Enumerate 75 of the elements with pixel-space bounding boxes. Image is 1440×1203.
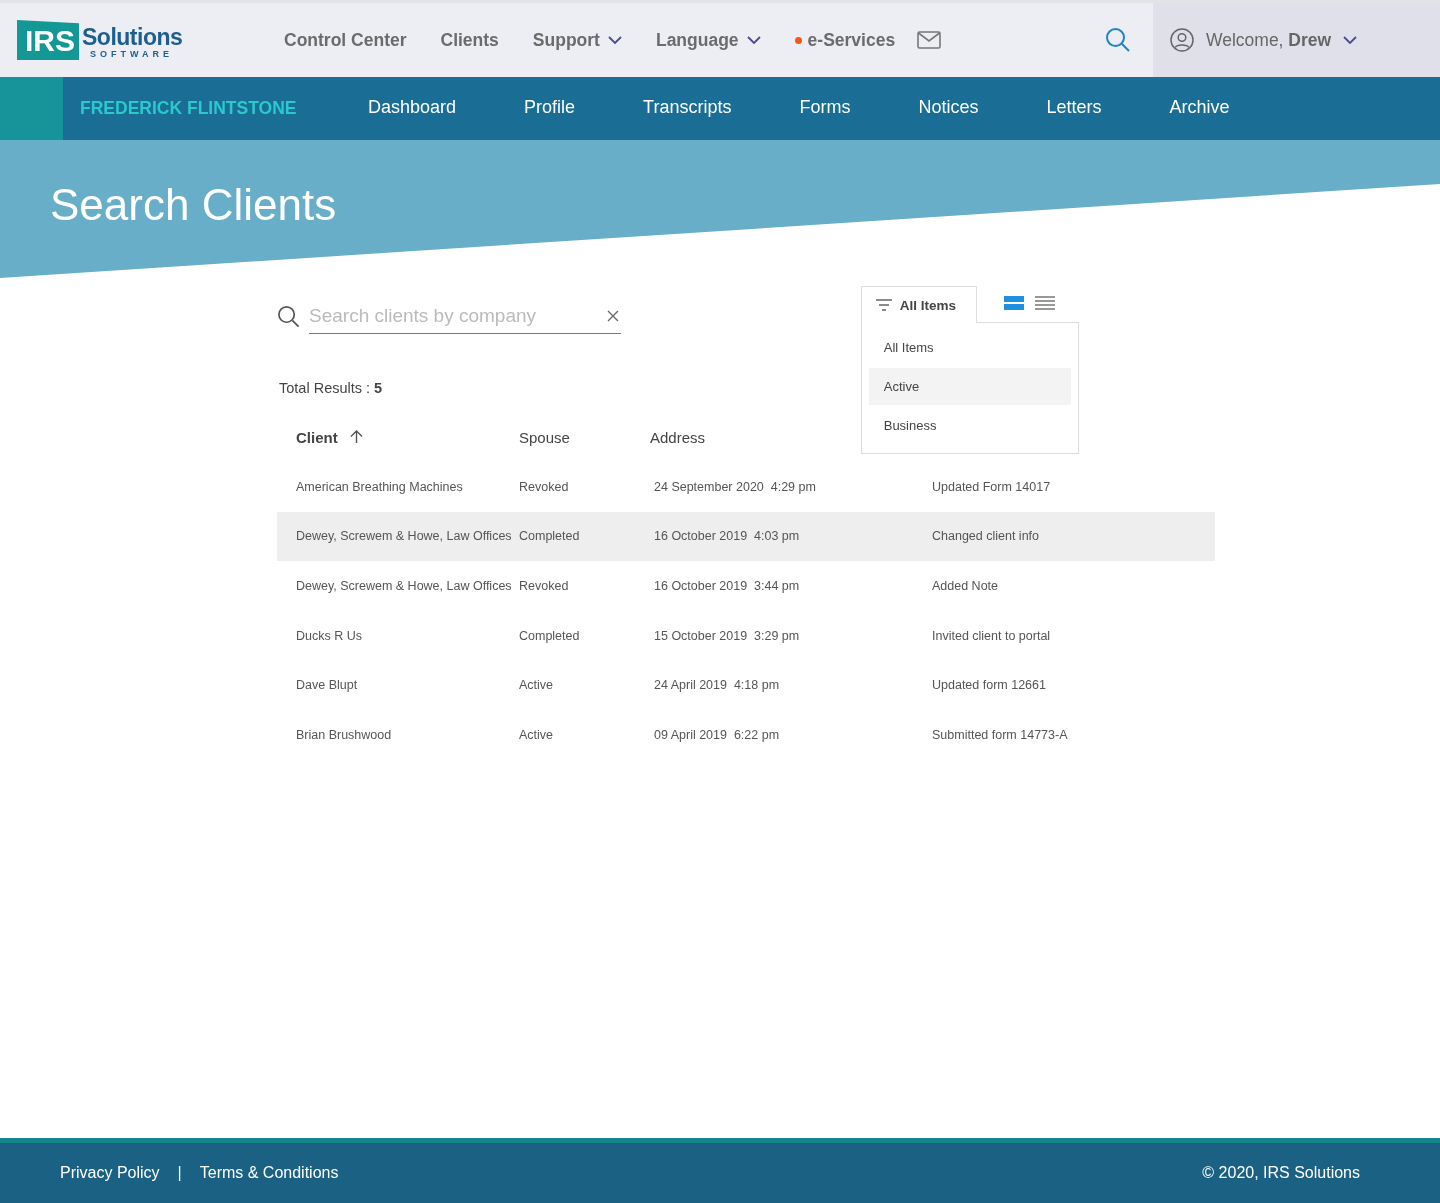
separator: | <box>177 1164 182 1182</box>
page-title: Search Clients <box>49 179 337 231</box>
table-cell-text: 24 April 2019 4:18 pm <box>654 678 781 693</box>
table-row[interactable]: Brian Brushwood Active 09 April 2019 6:22 pm Submitted form 14773-A <box>277 709 1215 760</box>
search-field[interactable]: Search clients by company <box>309 298 621 334</box>
table-row[interactable]: Dewey, Screwem & Howe, Law Offices Completed 16 October 2019 4:03 pm Changed client info <box>277 511 1215 562</box>
column-header[interactable]: Client <box>296 428 338 446</box>
filter-icon <box>875 299 892 311</box>
user-icon <box>1170 28 1194 52</box>
nav-tab[interactable]: Archive <box>1169 91 1230 126</box>
footer-link[interactable]: Privacy Policy <box>60 1164 160 1182</box>
table-cell-text: American Breathing Machines <box>295 479 464 494</box>
table-cell: Submitted form 14773-A <box>932 727 1068 742</box>
total-results: Total Results : 5 <box>279 380 383 396</box>
dropdown-option[interactable]: All Items <box>868 329 1071 366</box>
table-row[interactable]: Dewey, Screwem & Howe, Law Offices Revoked 16 October 2019 3:44 pm Added Note <box>277 561 1215 611</box>
client-name: FREDERICK FLINTSTONE <box>80 98 298 119</box>
dropdown-option[interactable]: Business <box>868 407 1071 444</box>
table-cell-text: Completed <box>519 529 581 544</box>
table-cell-text: Completed <box>519 628 581 643</box>
chevron-icon <box>607 35 622 45</box>
nav-tab[interactable]: Transcripts <box>643 91 732 126</box>
user-menu[interactable]: Welcome, Drew <box>1153 3 1440 77</box>
filter-dropdown[interactable]: All Items <box>860 286 977 323</box>
logo-mark: IRS <box>17 20 79 60</box>
close-icon[interactable] <box>607 309 619 322</box>
column-header[interactable]: Spouse <box>519 428 570 446</box>
search-icon <box>277 304 300 328</box>
table-cell-text: 16 October 2019 3:44 pm <box>654 579 801 593</box>
table-cell-text: 24 September 2020 4:29 pm <box>654 479 817 494</box>
menu-link[interactable]: Clients <box>440 29 499 51</box>
welcome-text: Welcome, Drew <box>1206 29 1332 51</box>
envelope-icon[interactable] <box>917 31 942 49</box>
table-cell: Invited client to portal <box>932 628 1051 643</box>
column-header[interactable]: Address <box>650 428 706 446</box>
table-row[interactable]: Dave Blupt Active 24 April 2019 4:18 pm Updated form 12661 <box>277 660 1215 710</box>
table-cell-text: 09 April 2019 6:22 pm <box>654 727 781 742</box>
search-icon[interactable] <box>1105 27 1131 53</box>
dropdown-option[interactable]: Active <box>868 368 1071 405</box>
table-cell-text: Ducks R Us <box>295 628 363 643</box>
nav-tab[interactable]: Notices <box>918 91 979 126</box>
table-cell: Updated form 12661 <box>932 678 1046 693</box>
list-view-icon[interactable] <box>1035 296 1055 310</box>
menu-link[interactable]: e-Services <box>794 29 896 51</box>
table-cell: Changed client info <box>932 529 1040 544</box>
footer-link[interactable]: Terms & Conditions <box>199 1164 339 1182</box>
chevron-icon <box>1343 35 1358 45</box>
table-cell: Added Note <box>932 579 999 593</box>
card-view-icon[interactable] <box>1004 296 1024 310</box>
table-cell-text: Dewey, Screwem & Howe, Law Offices <box>295 579 513 593</box>
table-cell-text: Active <box>519 678 555 693</box>
table-row[interactable]: American Breathing Machines Revoked 24 September 2020 4:29 pm Updated Form 14017 <box>277 462 1215 512</box>
table-cell-text: 15 October 2019 3:29 pm <box>654 628 801 643</box>
table-cell-text: Revoked <box>519 579 570 593</box>
nav-tab[interactable]: Dashboard <box>368 91 457 126</box>
logo-tagline: SOFTWARE <box>90 49 174 60</box>
copyright-text: © 2020, IRS Solutions <box>1202 1164 1360 1182</box>
nav-tab[interactable]: Letters <box>1046 91 1102 126</box>
menu-link[interactable]: Support <box>532 29 622 51</box>
menu-link[interactable]: Language <box>655 29 761 51</box>
chevron-icon <box>746 35 761 45</box>
accent-block <box>0 77 63 140</box>
table-cell-text: Brian Brushwood <box>295 727 393 742</box>
logo-name: Solutions <box>82 25 183 49</box>
table-cell-text: Revoked <box>519 479 570 494</box>
table-row[interactable]: Ducks R Us Completed 15 October 2019 3:29 pm Invited client to portal <box>277 610 1215 661</box>
table-cell-text: Dewey, Screwem & Howe, Law Offices <box>295 529 513 544</box>
menu-link[interactable]: Control Center <box>284 29 407 51</box>
arrow-up-icon[interactable] <box>349 430 363 444</box>
table-cell-text: 16 October 2019 4:03 pm <box>654 529 801 544</box>
table-cell-text: Dave Blupt <box>295 678 359 693</box>
table-cell-text: Active <box>519 727 555 742</box>
nav-tab[interactable]: Profile <box>524 91 576 126</box>
table-cell: Updated Form 14017 <box>932 479 1051 494</box>
nav-tab[interactable]: Forms <box>799 91 851 126</box>
